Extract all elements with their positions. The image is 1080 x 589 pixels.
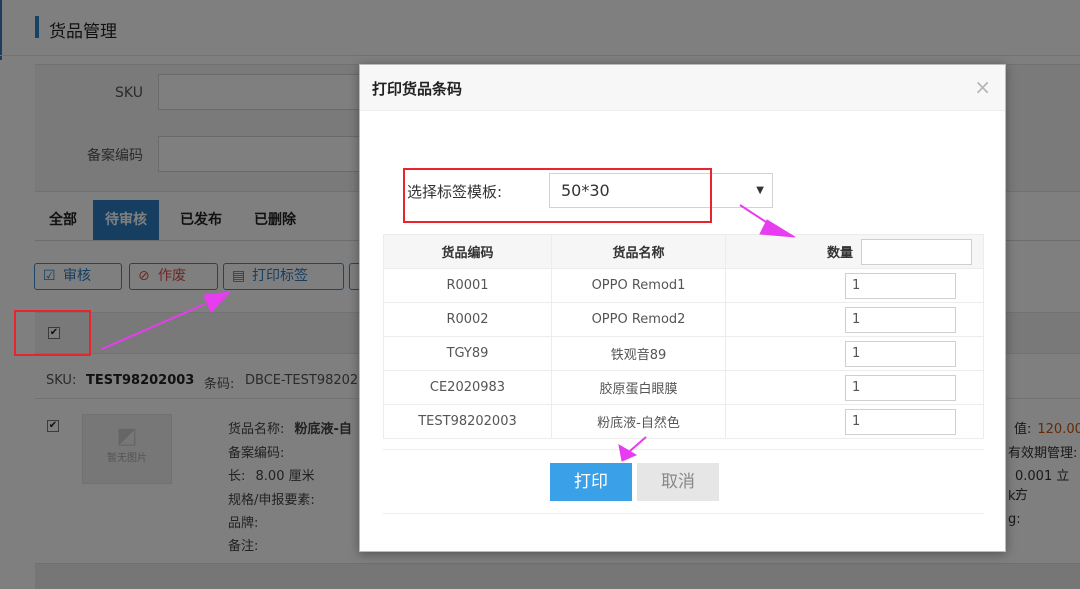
column-header-code: 货品编码 bbox=[383, 234, 552, 269]
chevron-down-icon: ▼ bbox=[756, 185, 764, 196]
qty-input[interactable] bbox=[845, 374, 956, 401]
qty-batch-input[interactable] bbox=[861, 238, 972, 265]
row-name: OPPO Remod1 bbox=[551, 268, 726, 303]
close-icon[interactable]: × bbox=[974, 75, 991, 99]
qty-input[interactable] bbox=[845, 340, 956, 367]
table-row: R0001 OPPO Remod1 bbox=[383, 268, 984, 303]
column-header-qty: 数量 bbox=[725, 234, 984, 269]
table-row: TGY89 铁观音89 bbox=[383, 336, 984, 371]
row-qty-cell bbox=[725, 404, 984, 439]
annotation-box-checkbox bbox=[14, 310, 91, 356]
qty-header-label: 数量 bbox=[826, 246, 853, 261]
cancel-button[interactable]: 取消 bbox=[637, 463, 719, 501]
print-button[interactable]: 打印 bbox=[550, 463, 632, 501]
row-qty-cell bbox=[725, 268, 984, 303]
dialog-header: 打印货品条码 × bbox=[360, 65, 1005, 111]
row-name: 胶原蛋白眼膜 bbox=[551, 370, 726, 405]
row-code: CE2020983 bbox=[383, 370, 552, 405]
qty-input[interactable] bbox=[845, 408, 956, 435]
row-code: TGY89 bbox=[383, 336, 552, 371]
row-qty-cell bbox=[725, 370, 984, 405]
dialog-divider bbox=[383, 449, 984, 450]
dialog-footer-divider bbox=[383, 513, 984, 514]
column-header-name: 货品名称 bbox=[551, 234, 726, 269]
row-name: 粉底液-自然色 bbox=[551, 404, 726, 439]
table-row: R0002 OPPO Remod2 bbox=[383, 302, 984, 337]
table-row: TEST98202003 粉底液-自然色 bbox=[383, 404, 984, 439]
row-qty-cell bbox=[725, 336, 984, 371]
row-name: OPPO Remod2 bbox=[551, 302, 726, 337]
qty-input[interactable] bbox=[845, 272, 956, 299]
print-barcode-dialog: 打印货品条码 × 选择标签模板: 50*30 ▼ 货品编码 货品名称 数量 R0… bbox=[359, 64, 1006, 552]
row-name: 铁观音89 bbox=[551, 336, 726, 371]
row-code: TEST98202003 bbox=[383, 404, 552, 439]
dialog-title: 打印货品条码 bbox=[372, 80, 463, 98]
table-header-row: 货品编码 货品名称 数量 bbox=[383, 234, 984, 269]
row-qty-cell bbox=[725, 302, 984, 337]
barcode-items-table: 货品编码 货品名称 数量 R0001 OPPO Remod1 R0002 OPP… bbox=[383, 234, 984, 439]
qty-input[interactable] bbox=[845, 306, 956, 333]
row-code: R0001 bbox=[383, 268, 552, 303]
annotation-box-template bbox=[403, 168, 712, 223]
table-row: CE2020983 胶原蛋白眼膜 bbox=[383, 370, 984, 405]
row-code: R0002 bbox=[383, 302, 552, 337]
